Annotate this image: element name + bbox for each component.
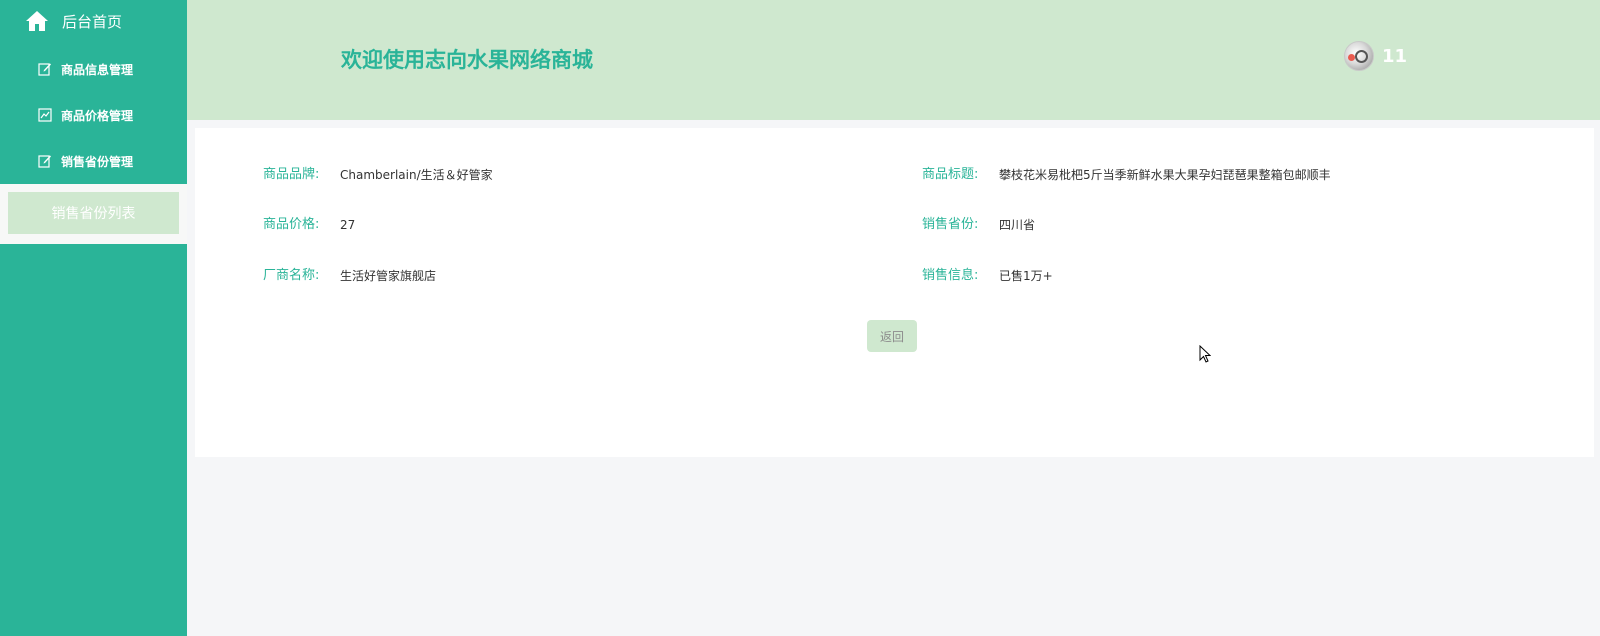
field-maker: 厂商名称: 生活好管家旗舰店 <box>263 268 436 284</box>
sidebar-home[interactable]: 后台首页 <box>0 0 187 42</box>
user-menu[interactable]: 11 <box>1344 41 1407 71</box>
field-sales: 销售信息: 已售1万+ <box>922 268 1053 284</box>
field-value: 27 <box>340 218 356 232</box>
chart-icon <box>38 108 52 122</box>
detail-panel: 商品品牌: Chamberlain/生活＆好管家 商品标题: 攀枝花米易枇杷5斤… <box>195 128 1594 457</box>
field-title: 商品标题: 攀枝花米易枇杷5斤当季新鲜水果大果孕妇琵琶果整箱包邮顺丰 <box>922 167 1331 183</box>
field-label: 销售信息: <box>922 268 979 283</box>
field-label: 商品标题: <box>922 167 979 182</box>
field-value: 生活好管家旗舰店 <box>340 269 437 283</box>
sidebar-home-label: 后台首页 <box>62 12 123 31</box>
sidebar-item-product-info[interactable]: 商品信息管理 <box>0 46 187 92</box>
sidebar-subitem-province-list[interactable]: 销售省份列表 <box>8 192 179 234</box>
field-price: 商品价格: 27 <box>263 217 355 233</box>
sidebar-item-label: 销售省份管理 <box>61 154 134 169</box>
sidebar-item-label: 商品价格管理 <box>61 108 134 123</box>
sidebar-submenu: 销售省份列表 <box>0 184 187 244</box>
field-label: 厂商名称: <box>263 268 320 283</box>
back-button[interactable]: 返回 <box>867 320 917 352</box>
mouse-cursor-icon <box>1199 345 1211 363</box>
field-value: 四川省 <box>999 218 1036 232</box>
field-label: 商品价格: <box>263 217 320 232</box>
field-label: 商品品牌: <box>263 167 320 182</box>
top-header: 欢迎使用志向水果网络商城 11 <box>187 0 1600 120</box>
field-brand: 商品品牌: Chamberlain/生活＆好管家 <box>263 167 493 183</box>
sidebar-item-label: 商品信息管理 <box>61 62 134 77</box>
avatar[interactable] <box>1344 41 1374 71</box>
field-label: 销售省份: <box>922 217 979 232</box>
field-value: Chamberlain/生活＆好管家 <box>340 168 493 182</box>
sidebar-item-sales-province[interactable]: 销售省份管理 <box>0 138 187 184</box>
home-icon <box>26 11 48 31</box>
field-province: 销售省份: 四川省 <box>922 217 1035 233</box>
edit-icon <box>38 155 51 168</box>
sidebar-item-product-price[interactable]: 商品价格管理 <box>0 92 187 138</box>
page-title: 欢迎使用志向水果网络商城 <box>341 48 593 72</box>
field-value: 已售1万+ <box>999 269 1053 283</box>
edit-icon <box>38 63 51 76</box>
username: 11 <box>1382 45 1408 67</box>
field-value: 攀枝花米易枇杷5斤当季新鲜水果大果孕妇琵琶果整箱包邮顺丰 <box>999 168 1331 182</box>
sidebar: 后台首页 商品信息管理 商品价格管理 销售省份管理 销售省份列表 <box>0 0 187 636</box>
